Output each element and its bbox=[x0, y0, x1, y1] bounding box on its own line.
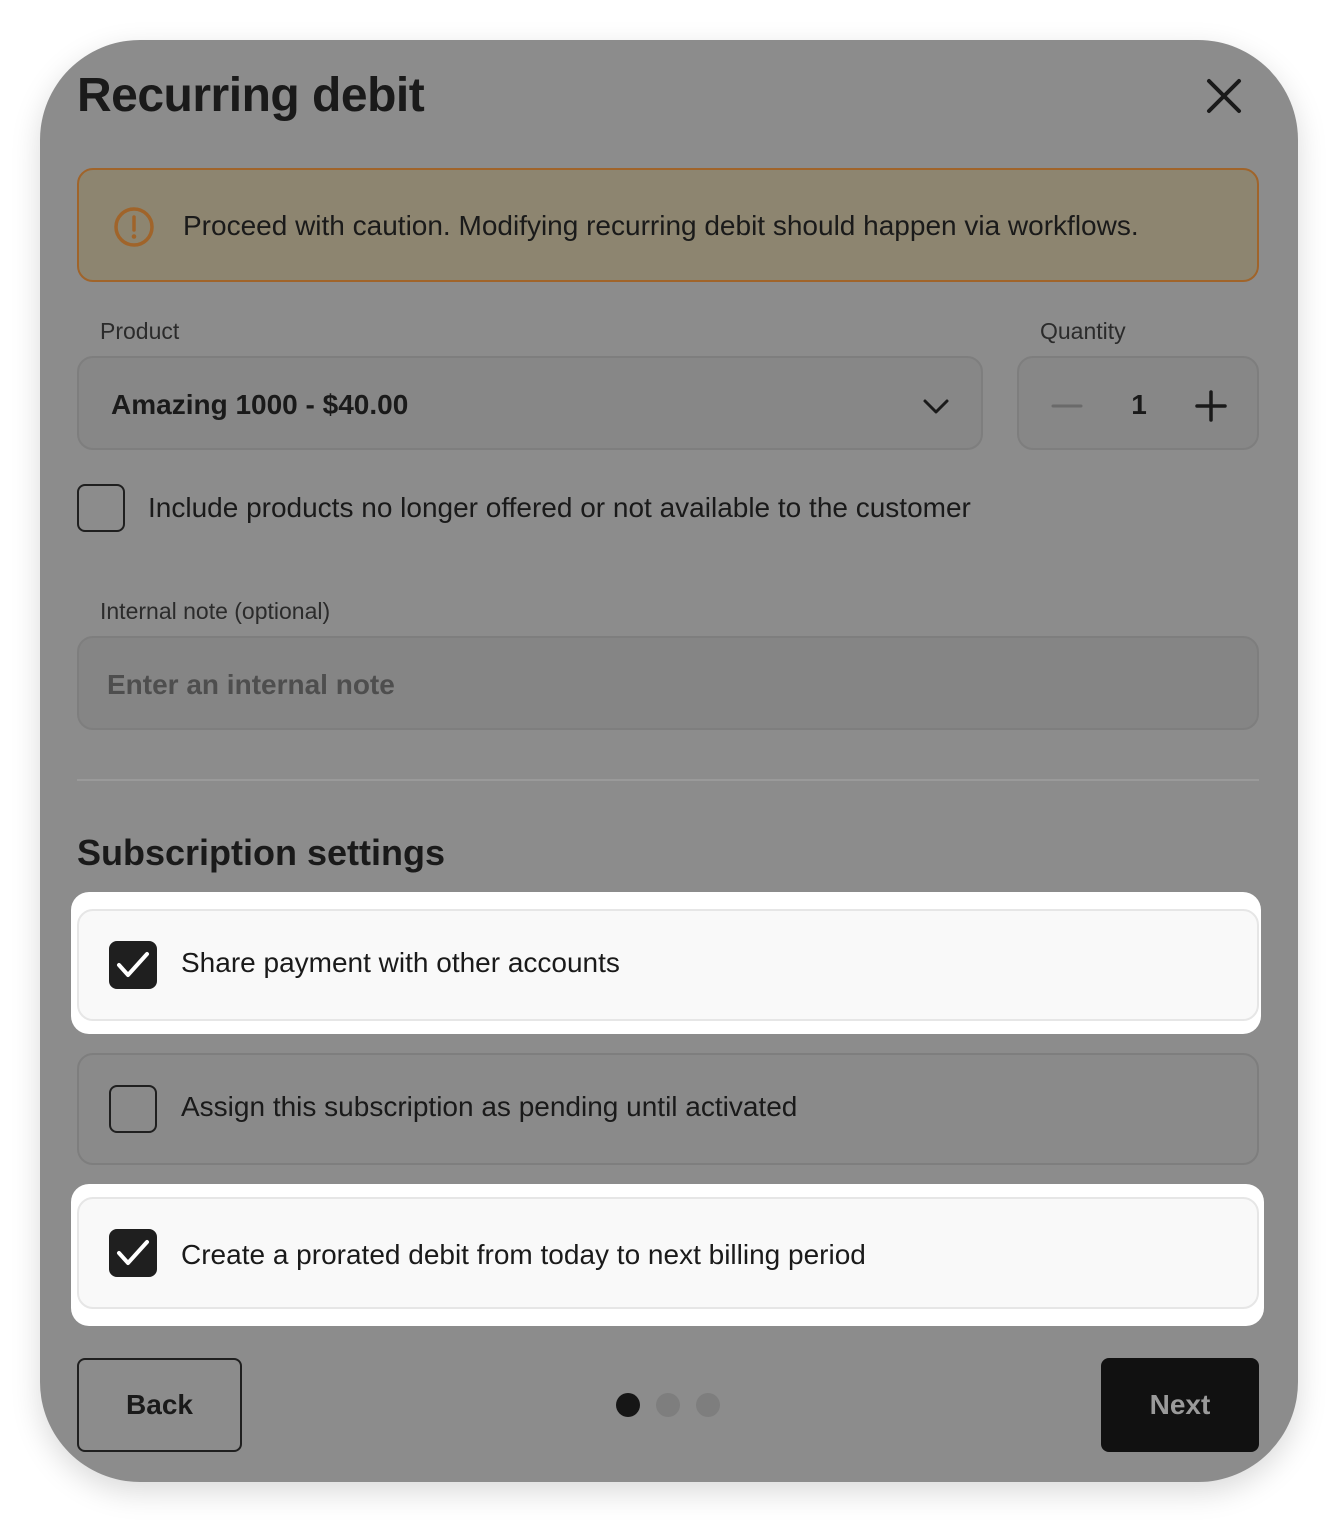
close-button[interactable] bbox=[1200, 72, 1248, 120]
product-select[interactable]: Amazing 1000 - $40.00 bbox=[77, 356, 983, 450]
quantity-value[interactable]: 1 bbox=[1119, 389, 1159, 421]
prorated-debit-label: Create a prorated debit from today to ne… bbox=[181, 1239, 866, 1270]
internal-note-placeholder: Enter an internal note bbox=[107, 669, 395, 700]
chevron-down-icon bbox=[923, 399, 949, 414]
section-divider bbox=[77, 779, 1259, 781]
plus-icon[interactable] bbox=[1191, 386, 1231, 426]
step-dot bbox=[696, 1393, 720, 1417]
share-payment-label: Share payment with other accounts bbox=[181, 947, 620, 978]
close-icon bbox=[1207, 79, 1241, 113]
caution-text: Proceed with caution. Modifying recurrin… bbox=[183, 210, 1139, 241]
product-selected-value: Amazing 1000 - $40.00 bbox=[111, 389, 409, 420]
minus-icon[interactable] bbox=[1047, 386, 1087, 426]
back-button[interactable]: Back bbox=[77, 1358, 242, 1452]
next-button[interactable]: Next bbox=[1101, 1358, 1259, 1452]
prorated-debit-option[interactable]: Create a prorated debit from today to ne… bbox=[77, 1197, 1259, 1309]
step-dot bbox=[656, 1393, 680, 1417]
pending-subscription-option[interactable]: Assign this subscription as pending unti… bbox=[77, 1053, 1259, 1165]
internal-note-label: Internal note (optional) bbox=[100, 598, 331, 624]
caution-banner: Proceed with caution. Modifying recurrin… bbox=[77, 168, 1259, 282]
quantity-label: Quantity bbox=[1040, 318, 1126, 344]
include-unavailable-checkbox[interactable] bbox=[77, 484, 125, 532]
step-dot-active bbox=[616, 1393, 640, 1417]
include-unavailable-label: Include products no longer offered or no… bbox=[148, 492, 971, 523]
checkmark-icon bbox=[117, 952, 149, 977]
quantity-stepper: 1 bbox=[1017, 356, 1259, 450]
checkmark-icon bbox=[117, 1240, 149, 1265]
share-payment-checkbox[interactable] bbox=[109, 941, 157, 989]
alert-circle-icon bbox=[114, 207, 154, 247]
internal-note-input[interactable]: Enter an internal note bbox=[77, 636, 1259, 730]
prorated-debit-checkbox[interactable] bbox=[109, 1229, 157, 1277]
pending-subscription-label: Assign this subscription as pending unti… bbox=[181, 1091, 798, 1122]
product-label: Product bbox=[100, 318, 180, 344]
subscription-settings-title: Subscription settings bbox=[77, 832, 446, 873]
dialog-title: Recurring debit bbox=[77, 69, 425, 122]
share-payment-option[interactable]: Share payment with other accounts bbox=[77, 909, 1259, 1021]
pending-subscription-checkbox[interactable] bbox=[109, 1085, 157, 1133]
